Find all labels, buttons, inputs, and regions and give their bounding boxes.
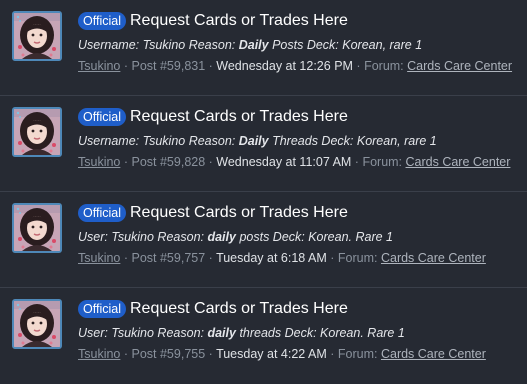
forum-label: Forum:	[337, 347, 378, 361]
result-meta: Tsukino · Post #59,828 · Wednesday at 11…	[78, 155, 510, 169]
snippet-text: posts Deck: Korean. Rare 1	[235, 230, 393, 244]
separator: ·	[352, 59, 365, 73]
search-result: Official Request Cards or Trades Here Use…	[0, 288, 527, 384]
forum-link[interactable]: Cards Care Center	[381, 251, 486, 265]
separator: ·	[205, 251, 217, 265]
separator: ·	[326, 347, 338, 361]
result-title-link[interactable]: Request Cards or Trades Here	[130, 107, 348, 127]
result-meta: Tsukino · Post #59,831 · Wednesday at 12…	[78, 59, 512, 73]
forum-label: Forum:	[337, 251, 378, 265]
search-result: Official Request Cards or Trades Here Use…	[0, 192, 527, 288]
result-snippet: Username: Tsukino Reason: Daily Threads …	[78, 134, 437, 148]
separator: ·	[205, 347, 217, 361]
official-badge: Official	[78, 108, 126, 126]
forum-label: Forum:	[362, 155, 403, 169]
post-number: Post #59,755	[131, 347, 206, 361]
author-link[interactable]: Tsukino	[78, 251, 120, 265]
result-snippet: User: Tsukino Reason: daily posts Deck: …	[78, 230, 393, 244]
snippet-highlight: daily	[207, 230, 236, 244]
post-time: Wednesday at 12:26 PM	[216, 59, 353, 73]
result-snippet: Username: Tsukino Reason: Daily Posts De…	[78, 38, 422, 52]
result-snippet: User: Tsukino Reason: daily threads Deck…	[78, 326, 405, 340]
snippet-text: Username: Tsukino Reason:	[78, 134, 239, 148]
result-meta: Tsukino · Post #59,755 · Tuesday at 4:22…	[78, 347, 486, 361]
snippet-text: User: Tsukino Reason:	[78, 326, 208, 340]
search-result: Official Request Cards or Trades Here Use…	[0, 0, 527, 96]
separator: ·	[120, 347, 132, 361]
avatar-image	[14, 13, 60, 59]
result-title-line: Official Request Cards or Trades Here	[78, 11, 348, 33]
author-link[interactable]: Tsukino	[78, 59, 120, 73]
result-title-line: Official Request Cards or Trades Here	[78, 203, 348, 225]
snippet-text: threads Deck: Korean. Rare 1	[235, 326, 405, 340]
result-meta: Tsukino · Post #59,757 · Tuesday at 6:18…	[78, 251, 486, 265]
separator: ·	[120, 155, 132, 169]
official-badge: Official	[78, 12, 126, 30]
result-title-link[interactable]: Request Cards or Trades Here	[130, 203, 348, 223]
forum-link[interactable]: Cards Care Center	[381, 347, 486, 361]
avatar[interactable]	[12, 203, 62, 253]
snippet-text: User: Tsukino Reason:	[78, 230, 208, 244]
snippet-highlight: Daily	[238, 38, 269, 52]
snippet-highlight: daily	[207, 326, 236, 340]
avatar-image	[14, 301, 60, 347]
author-link[interactable]: Tsukino	[78, 347, 120, 361]
forum-link[interactable]: Cards Care Center	[407, 59, 512, 73]
avatar[interactable]	[12, 11, 62, 61]
result-title-link[interactable]: Request Cards or Trades Here	[130, 11, 348, 31]
separator: ·	[205, 59, 217, 73]
author-link[interactable]: Tsukino	[78, 155, 120, 169]
separator: ·	[351, 155, 363, 169]
snippet-text: Threads Deck: Korean, rare 1	[268, 134, 437, 148]
snippet-text: Username: Tsukino Reason:	[78, 38, 239, 52]
official-badge: Official	[78, 300, 126, 318]
official-badge: Official	[78, 204, 126, 222]
separator: ·	[205, 155, 217, 169]
avatar-image	[14, 109, 60, 155]
separator: ·	[120, 251, 132, 265]
post-time: Tuesday at 6:18 AM	[216, 251, 327, 265]
separator: ·	[120, 59, 132, 73]
avatar-image	[14, 205, 60, 251]
avatar[interactable]	[12, 107, 62, 157]
result-title-line: Official Request Cards or Trades Here	[78, 299, 348, 321]
result-title-link[interactable]: Request Cards or Trades Here	[130, 299, 348, 319]
forum-label: Forum:	[364, 59, 404, 73]
post-number: Post #59,757	[131, 251, 206, 265]
avatar[interactable]	[12, 299, 62, 349]
post-time: Tuesday at 4:22 AM	[216, 347, 327, 361]
snippet-highlight: Daily	[238, 134, 269, 148]
snippet-text: Posts Deck: Korean, rare 1	[268, 38, 423, 52]
forum-link[interactable]: Cards Care Center	[406, 155, 511, 169]
post-number: Post #59,828	[131, 155, 206, 169]
search-results: Official Request Cards or Trades Here Use…	[0, 0, 527, 375]
post-number: Post #59,831	[131, 59, 206, 73]
separator: ·	[326, 251, 338, 265]
search-result: Official Request Cards or Trades Here Use…	[0, 96, 527, 192]
post-time: Wednesday at 11:07 AM	[216, 155, 352, 169]
result-title-line: Official Request Cards or Trades Here	[78, 107, 348, 129]
